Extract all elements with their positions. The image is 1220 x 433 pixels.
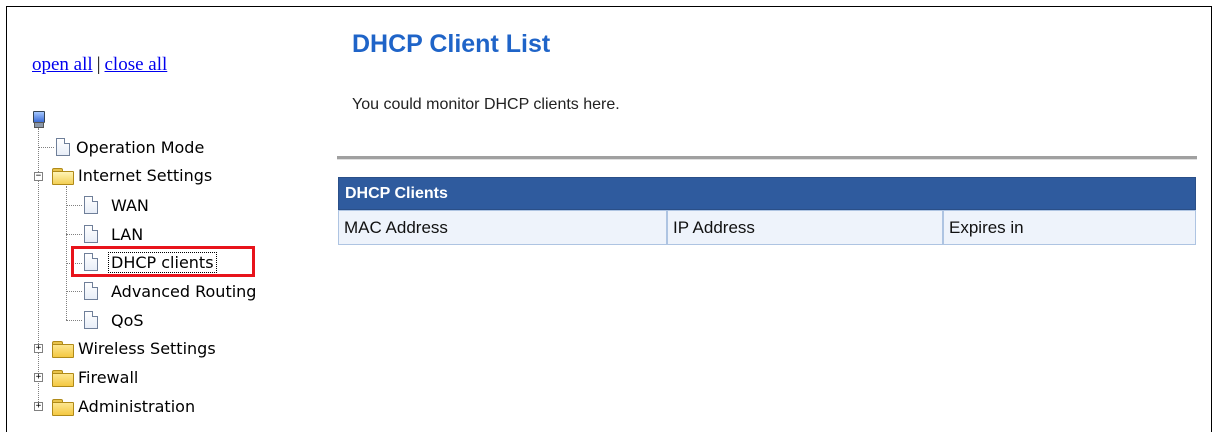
table-caption-row: DHCP Clients (338, 177, 1196, 210)
table-caption: DHCP Clients (338, 177, 1196, 210)
open-all-link[interactable]: open all (32, 54, 93, 75)
folder-icon (52, 341, 74, 358)
link-separator: | (96, 54, 101, 75)
folder-open-icon (52, 168, 74, 185)
tree-item-internet-settings[interactable]: Internet Settings (52, 163, 212, 187)
tree-connector-sub (66, 186, 67, 320)
page-icon (56, 138, 70, 156)
tree-item-wireless-settings[interactable]: Wireless Settings (52, 336, 216, 360)
page-icon (84, 282, 98, 300)
expand-toggle-wireless-settings[interactable]: + (34, 344, 43, 353)
column-header-ip-address: IP Address (667, 210, 943, 245)
page-icon (84, 196, 98, 214)
tree-item-wan[interactable]: WAN (84, 193, 149, 217)
selection-highlight-box (71, 246, 255, 277)
page-icon (84, 311, 98, 329)
tree-item-firewall[interactable]: Firewall (52, 365, 138, 389)
tree-connector (38, 128, 39, 408)
table-header-row: MAC Address IP Address Expires in (338, 210, 1196, 245)
page-title: DHCP Client List (352, 30, 551, 58)
tree-controls: open all | close all (32, 54, 167, 76)
column-header-mac-address: MAC Address (338, 210, 667, 245)
tree-item-administration[interactable]: Administration (52, 394, 195, 418)
folder-icon (52, 399, 74, 416)
collapse-toggle-internet-settings[interactable]: − (34, 172, 43, 181)
expand-toggle-firewall[interactable]: + (34, 373, 43, 382)
tree-item-qos[interactable]: QoS (84, 308, 144, 332)
close-all-link[interactable]: close all (105, 54, 168, 75)
nav-tree: open all | close all − + + + Operation Mod… (0, 0, 330, 433)
page-description: You could monitor DHCP clients here. (352, 96, 620, 113)
folder-icon (52, 370, 74, 387)
dhcp-clients-table: DHCP Clients MAC Address IP Address Expi… (338, 177, 1196, 245)
computer-icon (32, 111, 45, 128)
tree-item-lan[interactable]: LAN (84, 222, 143, 246)
tree-item-advanced-routing[interactable]: Advanced Routing (84, 279, 256, 303)
divider (337, 156, 1197, 160)
page-icon (84, 225, 98, 243)
column-header-expires-in: Expires in (943, 210, 1196, 245)
tree-item-operation-mode[interactable]: Operation Mode (56, 135, 204, 159)
expand-toggle-administration[interactable]: + (34, 402, 43, 411)
